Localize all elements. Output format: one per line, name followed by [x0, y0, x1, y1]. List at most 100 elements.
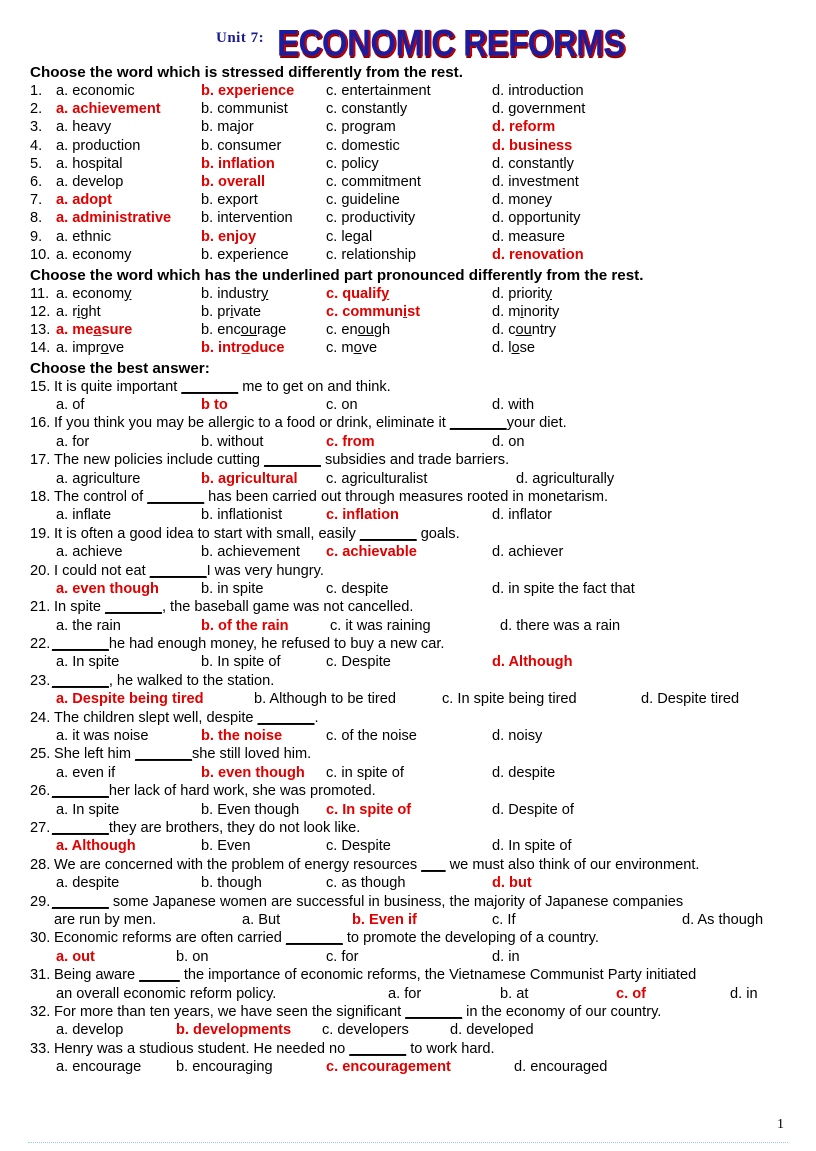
- option-d[interactable]: d. Despite tired: [641, 690, 739, 708]
- option-c[interactable]: c. legal: [326, 228, 372, 246]
- option-b[interactable]: b. major: [201, 118, 254, 136]
- option-c[interactable]: c. of the noise: [326, 727, 417, 745]
- option-d[interactable]: d. country: [492, 321, 556, 339]
- option-b[interactable]: b. agricultural: [201, 470, 298, 488]
- option-b[interactable]: b. Although to be tired: [254, 690, 396, 708]
- option-a[interactable]: a. develop: [56, 173, 123, 191]
- option-d[interactable]: d. In spite of: [492, 837, 572, 855]
- option-a[interactable]: a. heavy: [56, 118, 111, 136]
- option-b[interactable]: b. enjoy: [201, 228, 256, 246]
- option-a[interactable]: a. it was noise: [56, 727, 148, 745]
- option-c[interactable]: c. If: [492, 911, 516, 929]
- option-c[interactable]: c. relationship: [326, 246, 416, 264]
- option-c[interactable]: c. In spite being tired: [442, 690, 577, 708]
- option-d[interactable]: d. with: [492, 396, 534, 414]
- option-a[interactable]: a. measure: [56, 321, 132, 339]
- option-d[interactable]: d. but: [492, 874, 532, 892]
- option-a[interactable]: a. administrative: [56, 209, 171, 227]
- option-b[interactable]: b. though: [201, 874, 262, 892]
- option-a[interactable]: a. adopt: [56, 191, 112, 209]
- option-c[interactable]: c. agriculturalist: [326, 470, 427, 488]
- option-c[interactable]: c. communist: [326, 303, 420, 321]
- option-b[interactable]: b. Even though: [201, 801, 299, 819]
- option-a[interactable]: a. inflate: [56, 506, 111, 524]
- option-b[interactable]: b. Even: [201, 837, 251, 855]
- option-d[interactable]: d. noisy: [492, 727, 542, 745]
- option-a[interactable]: a. the rain: [56, 617, 121, 635]
- option-d[interactable]: d. in: [730, 985, 758, 1003]
- option-b[interactable]: b. even though: [201, 764, 305, 782]
- option-d[interactable]: d. achiever: [492, 543, 563, 561]
- option-b[interactable]: b. at: [500, 985, 528, 1003]
- option-c[interactable]: c. on: [326, 396, 358, 414]
- option-b[interactable]: b. developments: [176, 1021, 291, 1039]
- option-a[interactable]: a. achieve: [56, 543, 123, 561]
- option-b[interactable]: b. export: [201, 191, 258, 209]
- option-d[interactable]: d. developed: [450, 1021, 534, 1039]
- option-a[interactable]: a. out: [56, 948, 95, 966]
- option-a[interactable]: a. for: [56, 433, 89, 451]
- option-c[interactable]: c. Despite: [326, 653, 391, 671]
- option-c[interactable]: c. achievable: [326, 543, 417, 561]
- option-c[interactable]: c. entertainment: [326, 82, 431, 100]
- option-b[interactable]: b. intervention: [201, 209, 293, 227]
- option-d[interactable]: d. money: [492, 191, 552, 209]
- option-d[interactable]: d. priority: [492, 285, 552, 303]
- option-b[interactable]: b. encourage: [201, 321, 286, 339]
- option-b[interactable]: b. industry: [201, 285, 268, 303]
- option-d[interactable]: d. measure: [492, 228, 565, 246]
- option-b[interactable]: b. communist: [201, 100, 288, 118]
- option-c[interactable]: c. policy: [326, 155, 379, 173]
- option-b[interactable]: b. In spite of: [201, 653, 281, 671]
- option-c[interactable]: c. of: [616, 985, 646, 1003]
- option-d[interactable]: d. minority: [492, 303, 559, 321]
- option-d[interactable]: d. on: [492, 433, 524, 451]
- option-a[interactable]: a. production: [56, 137, 140, 155]
- option-b[interactable]: b. of the rain: [201, 617, 289, 635]
- option-c[interactable]: c. move: [326, 339, 377, 357]
- option-c[interactable]: c. program: [326, 118, 396, 136]
- option-d[interactable]: d. introduction: [492, 82, 584, 100]
- option-c[interactable]: c. it was raining: [330, 617, 431, 635]
- option-a[interactable]: a. hospital: [56, 155, 123, 173]
- option-a[interactable]: a. economic: [56, 82, 135, 100]
- option-d[interactable]: d. government: [492, 100, 585, 118]
- option-a[interactable]: a. for: [388, 985, 421, 1003]
- option-d[interactable]: d. Although: [492, 653, 573, 671]
- option-d[interactable]: d. As though: [682, 911, 763, 929]
- option-c[interactable]: c. encouragement: [326, 1058, 451, 1076]
- option-c[interactable]: c. guideline: [326, 191, 400, 209]
- option-d[interactable]: d. despite: [492, 764, 555, 782]
- option-a[interactable]: a. In spite: [56, 653, 119, 671]
- option-a[interactable]: a. In spite: [56, 801, 119, 819]
- option-c[interactable]: c. developers: [322, 1021, 409, 1039]
- option-d[interactable]: d. reform: [492, 118, 555, 136]
- option-a[interactable]: a. achievement: [56, 100, 161, 118]
- option-a[interactable]: a. of: [56, 396, 84, 414]
- option-a[interactable]: a. despite: [56, 874, 119, 892]
- option-c[interactable]: c. in spite of: [326, 764, 404, 782]
- option-a[interactable]: a. right: [56, 303, 101, 321]
- option-c[interactable]: c. In spite of: [326, 801, 411, 819]
- option-c[interactable]: c. Despite: [326, 837, 391, 855]
- option-a[interactable]: a. develop: [56, 1021, 123, 1039]
- option-a[interactable]: a. Although: [56, 837, 136, 855]
- option-c[interactable]: c. enough: [326, 321, 390, 339]
- option-c[interactable]: c. domestic: [326, 137, 400, 155]
- option-a[interactable]: a. encourage: [56, 1058, 141, 1076]
- option-a[interactable]: a. Despite being tired: [56, 690, 204, 708]
- option-b[interactable]: b. inflationist: [201, 506, 282, 524]
- option-c[interactable]: c. commitment: [326, 173, 421, 191]
- option-a[interactable]: a. even though: [56, 580, 159, 598]
- option-b[interactable]: b. encouraging: [176, 1058, 273, 1076]
- option-d[interactable]: d. constantly: [492, 155, 574, 173]
- option-b[interactable]: b. in spite: [201, 580, 263, 598]
- option-d[interactable]: d. in: [492, 948, 520, 966]
- option-b[interactable]: b. on: [176, 948, 208, 966]
- option-c[interactable]: c. from: [326, 433, 375, 451]
- option-b[interactable]: b. introduce: [201, 339, 285, 357]
- option-d[interactable]: d. investment: [492, 173, 579, 191]
- option-b[interactable]: b. private: [201, 303, 261, 321]
- option-d[interactable]: d. encouraged: [514, 1058, 607, 1076]
- option-d[interactable]: d. lose: [492, 339, 535, 357]
